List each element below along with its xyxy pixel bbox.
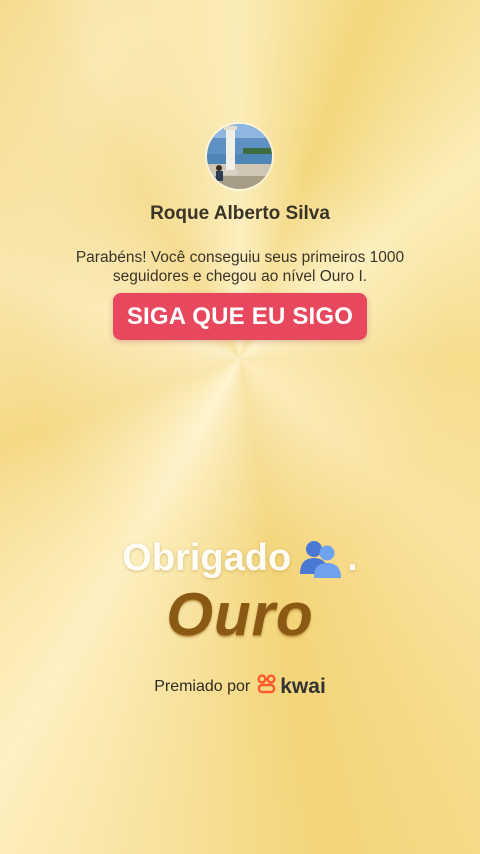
kwai-brand-text: kwai xyxy=(280,675,326,698)
awarded-by-label: Premiado por xyxy=(154,678,251,695)
thanks-suffix: . xyxy=(347,537,358,579)
kwai-brand[interactable]: kwai xyxy=(257,674,326,700)
thanks-text: Obrigado xyxy=(122,537,292,579)
kwai-logo-icon xyxy=(257,674,277,700)
congrats-message: Parabéns! Você conseguiu seus primeiros … xyxy=(60,248,420,286)
follow-back-button[interactable]: SIGA QUE EU SIGO xyxy=(113,293,367,340)
awarded-by-row: Premiado por kwai xyxy=(0,674,480,700)
level-title: Ouro xyxy=(166,581,314,648)
avatar-photo-icon xyxy=(207,124,272,189)
congrats-line-1: Parabéns! Você conseguiu seus primeiros … xyxy=(75,249,405,266)
profile-name: Roque Alberto Silva xyxy=(150,203,330,224)
congrats-line-2: seguidores e chegou ao nível Ouro I. xyxy=(112,268,368,285)
avatar[interactable] xyxy=(207,124,272,189)
